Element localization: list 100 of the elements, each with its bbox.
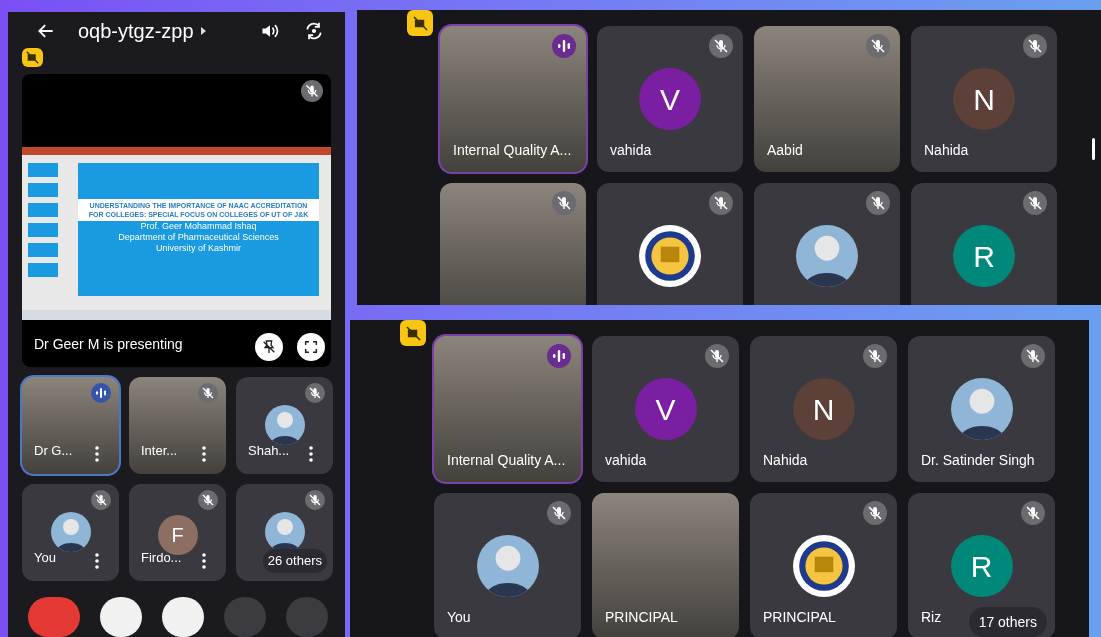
avatar: N — [953, 68, 1015, 130]
end-call-button[interactable] — [28, 597, 80, 637]
muted-microphone-icon — [863, 344, 887, 368]
emblem-icon — [639, 225, 701, 287]
participant-tile[interactable]: F Firdo... — [129, 484, 226, 581]
slide-thumbnail[interactable] — [28, 203, 58, 218]
participant-tile[interactable]: Internal Quality A... — [440, 26, 586, 172]
avatar-icon — [264, 512, 305, 552]
pin-off-icon — [261, 339, 277, 355]
speaking-indicator-icon — [91, 383, 111, 403]
microphone-button[interactable] — [100, 597, 142, 637]
more-options-icon[interactable] — [309, 446, 313, 462]
slide-thumbnail[interactable] — [28, 183, 58, 198]
participant-name: Nahida — [763, 451, 808, 470]
muted-microphone-icon — [1023, 34, 1047, 58]
avatar: V — [639, 68, 701, 130]
participant-tile[interactable] — [754, 183, 900, 305]
participant-name: You — [447, 608, 471, 627]
fullscreen-icon — [303, 339, 319, 355]
participant-name: Dr G... — [34, 441, 73, 460]
scrollbar[interactable] — [1092, 138, 1095, 160]
participant-tile[interactable]: You — [434, 493, 581, 637]
avatar: R — [953, 225, 1015, 287]
participant-tile[interactable]: PRINCIPAL — [750, 493, 897, 637]
meeting-code[interactable]: oqb-ytgz-zpp — [78, 16, 194, 46]
muted-microphone-icon — [305, 383, 325, 403]
camera-off-badge — [407, 10, 433, 36]
caret-icon[interactable] — [199, 26, 208, 36]
participant-tile[interactable]: V vahida — [597, 26, 743, 172]
muted-microphone-icon — [709, 34, 733, 58]
participant-tile[interactable]: Shah... — [236, 377, 333, 474]
avatar-icon — [50, 512, 91, 552]
muted-microphone-icon — [198, 490, 218, 510]
participant-tile[interactable]: V vahida — [592, 336, 739, 482]
speaking-indicator-icon — [552, 34, 576, 58]
muted-microphone-icon — [866, 34, 890, 58]
more-options-icon[interactable] — [95, 553, 99, 569]
participant-name: Inter... — [141, 441, 178, 460]
muted-microphone-icon — [1023, 191, 1047, 215]
participant-tile[interactable]: N Nahida — [750, 336, 897, 482]
participant-name: vahida — [610, 141, 652, 160]
participant-name: Riz — [921, 608, 942, 627]
presenting-caption: Dr Geer M is presenting — [34, 335, 183, 354]
participant-tile[interactable]: N Nahida — [911, 26, 1057, 172]
emblem-icon — [792, 535, 855, 597]
participant-tile[interactable]: Internal Quality A... — [434, 336, 581, 482]
others-count-button[interactable]: 17 others — [968, 607, 1047, 637]
participant-tile[interactable]: Aabid — [754, 26, 900, 172]
muted-microphone-icon — [552, 191, 576, 215]
participant-tile[interactable]: Inter... — [129, 377, 226, 474]
camera-button[interactable] — [162, 597, 204, 637]
speaking-indicator-icon — [547, 344, 571, 368]
slide-thumbnail[interactable] — [28, 243, 58, 258]
participant-tile[interactable] — [440, 183, 586, 305]
participant-tile[interactable]: 26 others — [236, 484, 333, 581]
participant-tile[interactable]: PRINCIPAL — [592, 493, 739, 637]
muted-microphone-icon — [863, 501, 887, 525]
others-count-button[interactable]: 26 others — [262, 549, 327, 573]
participant-name: Nahida — [924, 141, 969, 160]
participant-tile[interactable]: R — [911, 183, 1057, 305]
muted-microphone-icon — [198, 383, 218, 403]
participant-tile[interactable] — [597, 183, 743, 305]
participant-name: vahida — [605, 451, 647, 470]
participant-tile[interactable]: Dr G... — [22, 377, 119, 474]
muted-microphone-icon — [1021, 344, 1045, 368]
participant-name: Internal Quality A... — [447, 451, 566, 470]
slide-text: Department of Pharmaceutical Sciences — [117, 232, 280, 244]
unpin-button[interactable] — [255, 333, 283, 361]
muted-microphone-icon — [705, 344, 729, 368]
participant-name: Shah... — [248, 441, 290, 460]
avatar: N — [792, 378, 855, 440]
participant-name: Aabid — [767, 141, 803, 160]
participant-tile[interactable]: Dr. Satinder Singh — [908, 336, 1055, 482]
slide-thumbnail[interactable] — [28, 163, 58, 178]
more-options-icon[interactable] — [202, 446, 206, 462]
muted-microphone-icon — [305, 490, 325, 510]
muted-microphone-icon — [91, 490, 111, 510]
avatar-icon — [264, 405, 305, 445]
participant-name: PRINCIPAL — [605, 608, 678, 627]
muted-microphone-icon — [1021, 501, 1045, 525]
slide-thumbnail[interactable] — [28, 263, 58, 278]
camera-off-badge — [22, 48, 43, 68]
avatar: V — [634, 378, 697, 440]
muted-microphone-icon — [547, 501, 571, 525]
slide-thumbnail[interactable] — [28, 223, 58, 238]
participant-name: Internal Quality A... — [453, 141, 572, 160]
fullscreen-button[interactable] — [297, 333, 325, 361]
camera-off-badge — [400, 320, 426, 346]
participant-name: PRINCIPAL — [763, 608, 836, 627]
slide-text: Prof. Geer Mohammad Ishaq — [139, 221, 258, 233]
participant-tile[interactable]: R Riz 17 others — [908, 493, 1055, 637]
participant-name: You — [34, 548, 56, 567]
participant-tile[interactable]: You — [22, 484, 119, 581]
more-options-icon[interactable] — [95, 446, 99, 462]
participant-name: Dr. Satinder Singh — [921, 451, 1035, 470]
avatar: R — [950, 535, 1013, 597]
slide-text: University of Kashmir — [155, 243, 242, 255]
more-options-icon[interactable] — [202, 553, 206, 569]
muted-microphone-icon — [709, 191, 733, 215]
muted-microphone-icon — [866, 191, 890, 215]
